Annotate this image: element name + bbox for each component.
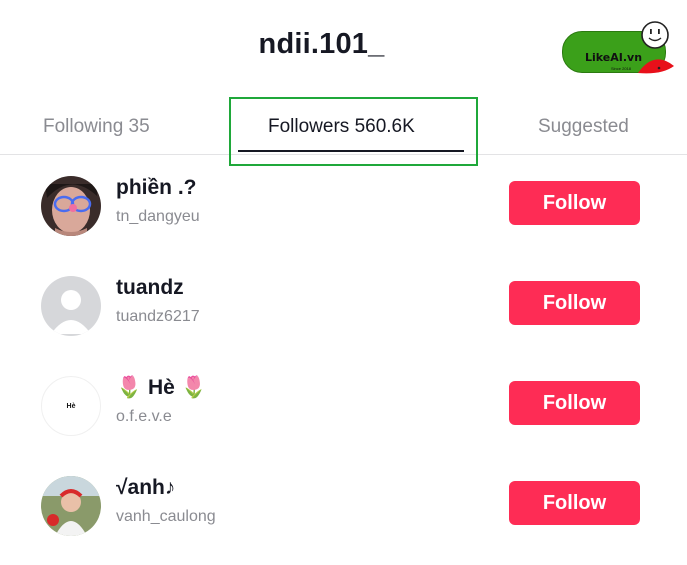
follower-row: √anh♪ vanh_caulong Follow xyxy=(0,454,687,550)
follower-name[interactable]: 🌷 Hè 🌷 xyxy=(116,376,207,400)
avatar[interactable] xyxy=(41,476,101,536)
avatar-photo-icon xyxy=(41,476,101,536)
follow-button[interactable]: Follow xyxy=(509,181,640,225)
follow-button[interactable]: Follow xyxy=(509,281,640,325)
profile-header: ndii.101_ LikeAI.vn Since 2018 xyxy=(0,0,687,98)
follower-name[interactable]: √anh♪ xyxy=(116,476,175,500)
follow-button[interactable]: Follow xyxy=(509,481,640,525)
avatar[interactable]: Hè xyxy=(41,376,101,436)
follow-button[interactable]: Follow xyxy=(509,381,640,425)
follower-row: tuandz tuandz6217 Follow xyxy=(0,254,687,350)
follower-handle: vanh_caulong xyxy=(116,508,216,525)
tab-suggested[interactable]: Suggested xyxy=(538,116,629,138)
smiley-icon xyxy=(638,21,674,74)
follower-row: Hè 🌷 Hè 🌷 o.f.e.v.e Follow xyxy=(0,354,687,450)
follower-row: phiền .? tn_dangyeu Follow xyxy=(0,154,687,250)
avatar[interactable] xyxy=(41,276,101,336)
avatar-text: Hè xyxy=(66,402,76,410)
follower-handle: tn_dangyeu xyxy=(116,208,200,225)
default-user-icon xyxy=(41,276,101,336)
avatar[interactable] xyxy=(41,176,101,236)
follower-name[interactable]: tuandz xyxy=(116,276,184,300)
page-title: ndii.101_ xyxy=(258,28,385,60)
avatar-photo-icon xyxy=(41,176,101,236)
follower-handle: tuandz6217 xyxy=(116,308,200,325)
follower-name[interactable]: phiền .? xyxy=(116,176,197,200)
tab-following[interactable]: Following 35 xyxy=(43,116,150,138)
follower-handle: o.f.e.v.e xyxy=(116,408,172,425)
likeai-logo: LikeAI.vn Since 2018 xyxy=(562,20,680,82)
